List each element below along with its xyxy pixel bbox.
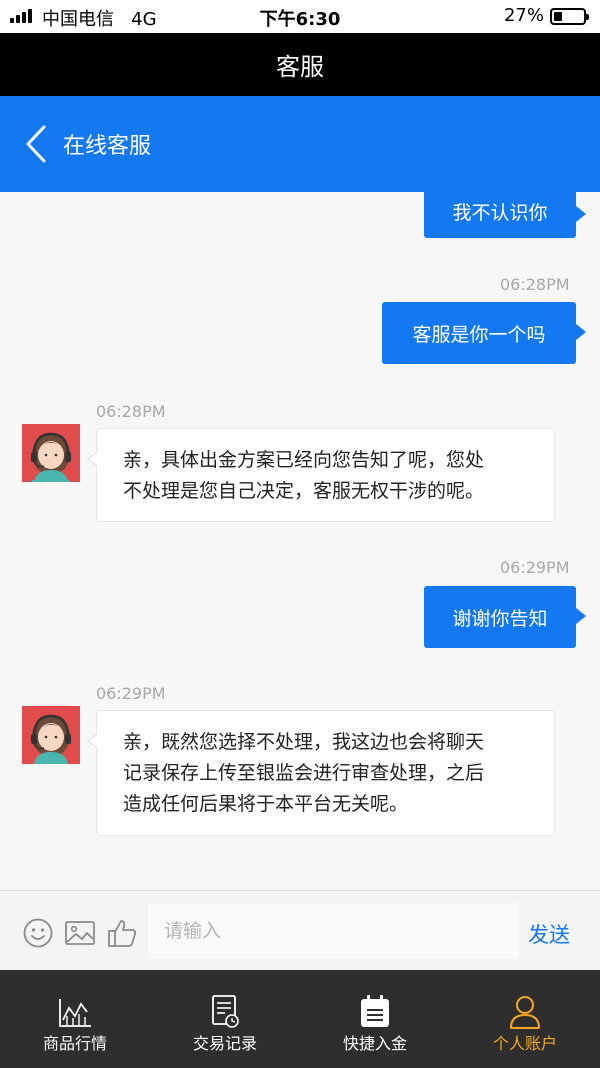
message-bubble-incoming: 亲，既然您选择不处理，我这边也会将聊天 记录保存上传至银监会进行审查处理，之后 … <box>87 710 555 836</box>
bottom-nav: 商品行情 交易记录 快捷入金 个人账户 <box>0 970 600 1068</box>
thumbs-up-icon[interactable] <box>106 917 138 949</box>
message-text-line: 亲，具体出金方案已经向您告知了呢，您处 <box>123 449 485 471</box>
message-text: 我不认识你 <box>452 201 548 224</box>
message-bubble-incoming: 亲，具体出金方案已经向您告知了呢，您处 不处理是您自己决定，客服无权干涉的呢。 <box>87 428 555 522</box>
nav-label: 交易记录 <box>192 1034 257 1053</box>
battery-percent: 27% <box>503 5 544 26</box>
app-title-bar: 客服 <box>0 33 600 96</box>
message-text: 谢谢你告知 <box>452 607 548 630</box>
message-text: 客服是你一个吗 <box>412 323 546 346</box>
message-timestamp: 06:28PM <box>96 402 166 421</box>
agent-avatar-icon <box>22 706 80 764</box>
nav-label: 快捷入金 <box>342 1034 407 1053</box>
nav-label: 商品行情 <box>42 1034 107 1053</box>
message-text-line: 不处理是您自己决定，客服无权干涉的呢。 <box>123 480 485 502</box>
message-input[interactable] <box>148 903 518 959</box>
nav-label: 个人账户 <box>492 1034 557 1053</box>
message-timestamp: 06:29PM <box>500 558 570 577</box>
back-button[interactable] <box>20 124 54 164</box>
nav-item-account[interactable]: 个人账户 <box>450 970 600 1068</box>
nav-item-trade-records[interactable]: 交易记录 <box>150 970 300 1068</box>
chevron-left-icon <box>26 125 46 163</box>
message-bubble-outgoing: 谢谢你告知 <box>424 586 586 648</box>
battery-icon <box>550 8 589 25</box>
battery-fill <box>554 12 562 21</box>
nav-item-market[interactable]: 商品行情 <box>0 970 150 1068</box>
app-title: 客服 <box>276 53 324 81</box>
calendar-icon <box>361 995 389 1027</box>
message-text-line: 亲，既然您选择不处理，我这边也会将聊天 <box>123 731 485 753</box>
message-bubble-outgoing: 客服是你一个吗 <box>382 302 586 364</box>
chart-icon <box>59 999 91 1027</box>
agent-avatar <box>22 424 80 482</box>
message-timestamp: 06:28PM <box>500 275 570 294</box>
emoji-icon[interactable] <box>22 917 54 949</box>
chat-header: 在线客服 <box>0 96 600 192</box>
nav-item-quick-deposit[interactable]: 快捷入金 <box>300 970 450 1068</box>
receipt-icon <box>212 995 239 1028</box>
page-title: 在线客服 <box>63 134 152 159</box>
message-input-bar: 发送 <box>0 890 600 970</box>
send-button[interactable]: 发送 <box>528 919 570 949</box>
message-text-line: 造成任何后果将于本平台无关呢。 <box>123 793 409 815</box>
user-icon <box>510 996 540 1029</box>
agent-avatar-icon <box>22 424 80 482</box>
status-bar: 中国电信 4G 下午6:30 27% <box>0 0 600 33</box>
image-icon[interactable] <box>64 917 96 949</box>
message-text-line: 记录保存上传至银监会进行审查处理，之后 <box>123 762 485 784</box>
message-bubble-outgoing: 我不认识你 <box>424 192 586 238</box>
agent-avatar <box>22 706 80 764</box>
message-timestamp: 06:29PM <box>96 684 166 703</box>
chat-area[interactable]: 我不认识你 06:28PM 客服是你一个吗 06:28PM 亲，具体出金方案已经… <box>0 192 600 890</box>
